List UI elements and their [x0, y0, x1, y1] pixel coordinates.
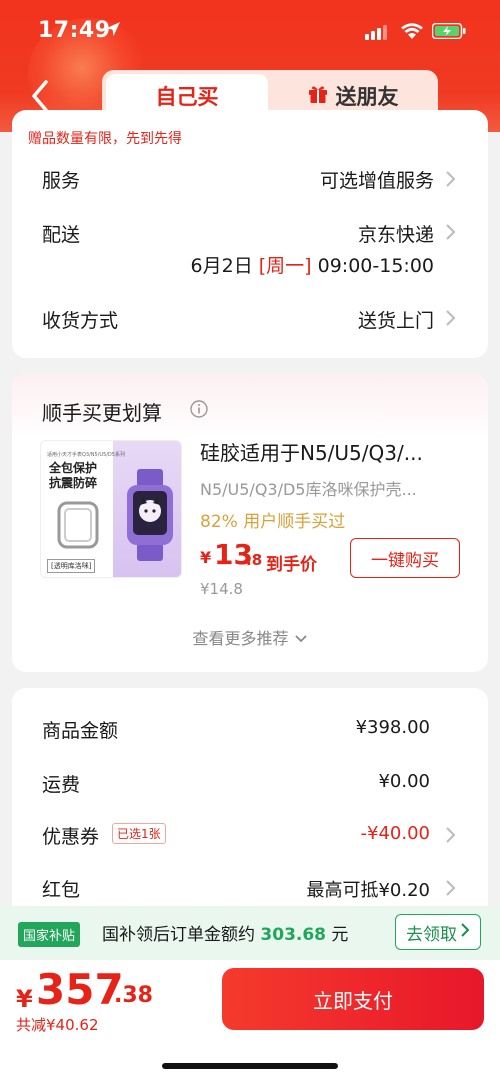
- coupon-selected-badge: 已选1张: [112, 823, 166, 844]
- product-subtitle: N5/U5/Q3/D5库洛咪保护壳...: [200, 480, 417, 499]
- delivery-weekday: [周一]: [258, 255, 312, 277]
- price-currency: ¥: [200, 548, 212, 567]
- chevron-right-icon: [444, 826, 456, 844]
- subsidy-text-prefix: 国补领后订单金额约: [102, 925, 255, 945]
- wifi-icon: [400, 22, 424, 44]
- claim-subsidy-label: 去领取: [406, 924, 457, 945]
- total-savings: 共减¥40.62: [16, 1016, 99, 1034]
- receive-method-value[interactable]: 送货上门: [358, 306, 434, 333]
- product-image-caption: 适用小天才手表Q3/N5/U5/D5系列: [47, 452, 125, 458]
- delivery-schedule[interactable]: 6月2日 [周一] 09:00-15:00: [191, 251, 434, 278]
- total-currency: ¥: [16, 985, 33, 1013]
- product-title[interactable]: 硅胶适用于N5/U5/Q3/...: [200, 437, 470, 466]
- pay-now-button[interactable]: 立即支付: [222, 968, 484, 1030]
- delivery-time: 09:00-15:00: [317, 255, 434, 277]
- gift-icon: [308, 84, 328, 109]
- cellular-signal-icon: [365, 24, 391, 44]
- claim-subsidy-button[interactable]: 去领取: [395, 914, 481, 950]
- service-label: 服务: [42, 170, 81, 192]
- info-icon[interactable]: [190, 400, 208, 422]
- watch-illustration: [127, 469, 173, 561]
- chevron-right-icon: [460, 922, 470, 943]
- tab-send-to-friend-label: 送朋友: [335, 85, 399, 109]
- red-packet-label: 红包: [42, 879, 81, 901]
- subsidy-text-suffix: 元: [331, 925, 349, 945]
- location-arrow-icon: [104, 20, 122, 42]
- delivery-date: 6月2日: [190, 255, 253, 277]
- total-decimal: .38: [114, 983, 153, 1008]
- subsidy-badge: 国家补贴: [18, 922, 81, 947]
- coupon-label: 优惠券: [42, 826, 100, 848]
- product-image[interactable]: 适用小天才手表Q3/N5/U5/D5系列 全包保护 抗震防碎 [透明库洛咪]: [40, 440, 182, 578]
- status-bar: 17:49: [0, 0, 500, 60]
- total-integer: 357: [36, 965, 124, 1014]
- product-image-tag: [透明库洛咪]: [47, 559, 96, 573]
- more-recommendations-link[interactable]: 查看更多推荐: [0, 625, 500, 649]
- delivery-label: 配送: [42, 224, 81, 246]
- receive-method-label: 收货方式: [42, 310, 119, 332]
- battery-charging-icon: [431, 22, 466, 43]
- subsidy-amount: 303.68: [260, 925, 327, 945]
- shipping-value: ¥0.00: [378, 771, 430, 792]
- service-value[interactable]: 可选增值服务: [320, 166, 434, 193]
- gift-notice: 赠品数量有限，先到先得: [28, 131, 182, 147]
- chevron-down-icon: [294, 629, 308, 648]
- chevron-right-icon: [444, 170, 456, 188]
- home-indicator[interactable]: [162, 1063, 338, 1069]
- final-price-label: 到手价: [266, 555, 317, 575]
- buy-rate-text: 82% 用户顺手买过: [200, 512, 346, 532]
- original-price: ¥14.8: [200, 580, 243, 598]
- subsidy-text: 国补领后订单金额约 303.68 元: [102, 920, 348, 945]
- more-recommendations-label: 查看更多推荐: [192, 629, 289, 648]
- watch-case-illustration: [57, 501, 99, 549]
- chevron-right-icon: [444, 879, 456, 897]
- chevron-right-icon: [444, 223, 456, 241]
- one-click-buy-button[interactable]: 一键购买: [350, 538, 460, 578]
- status-time: 17:49: [38, 18, 111, 43]
- red-packet-value[interactable]: 最高可抵¥0.20: [306, 876, 430, 902]
- goods-amount-value: ¥398.00: [355, 717, 430, 738]
- goods-amount-label: 商品金额: [42, 720, 119, 742]
- product-image-headline: 全包保护 抗震防碎: [49, 461, 98, 490]
- price-decimal: .8: [246, 551, 263, 569]
- chevron-right-icon: [444, 309, 456, 327]
- delivery-value[interactable]: 京东快递: [358, 220, 434, 247]
- coupon-value[interactable]: -¥40.00: [361, 823, 430, 844]
- shipping-label: 运费: [42, 774, 81, 796]
- recommendation-title: 顺手买更划算: [42, 401, 162, 425]
